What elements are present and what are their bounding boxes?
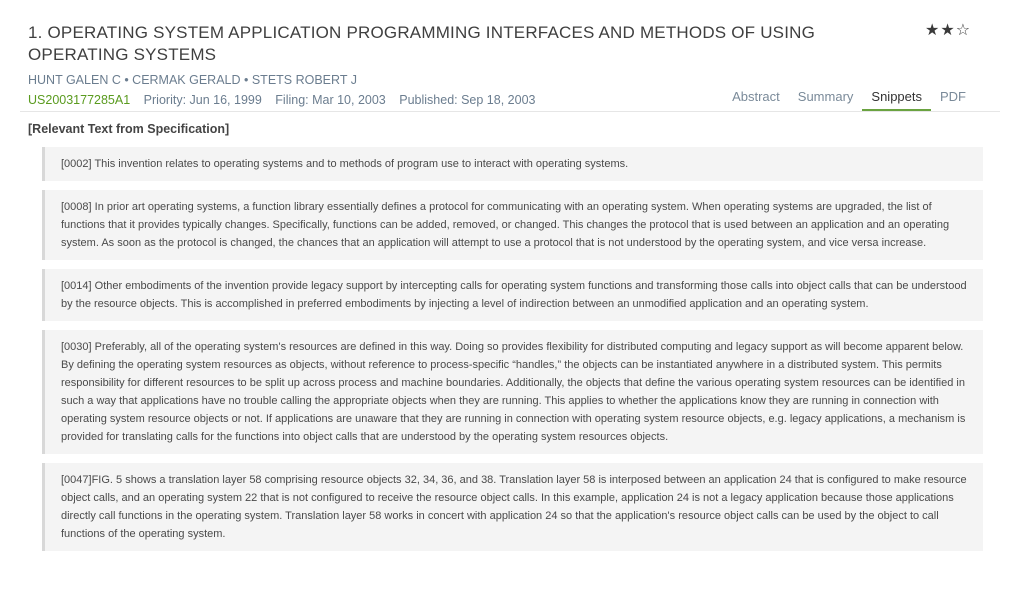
- snippet-item: [0030] Preferably, all of the operating …: [42, 330, 983, 454]
- tab-summary[interactable]: Summary: [789, 89, 863, 111]
- snippet-item: [0008] In prior art operating systems, a…: [42, 190, 983, 260]
- tab-snippets[interactable]: Snippets: [862, 89, 931, 111]
- patent-meta: US2003177285A1 Priority: Jun 16, 1999 Fi…: [28, 93, 535, 107]
- section-heading: [Relevant Text from Specification]: [28, 122, 229, 136]
- authors: HUNT GALEN C • CERMAK GERALD • STETS ROB…: [28, 73, 357, 87]
- star-empty-icon[interactable]: ☆: [956, 20, 971, 40]
- snippet-item: [0014] Other embodiments of the inventio…: [42, 269, 983, 321]
- result-title[interactable]: 1. OPERATING SYSTEM APPLICATION PROGRAMM…: [28, 22, 908, 66]
- tab-abstract[interactable]: Abstract: [723, 89, 789, 111]
- result-card: 1. OPERATING SYSTEM APPLICATION PROGRAMM…: [0, 0, 1000, 609]
- snippet-item: [0047]FIG. 5 shows a translation layer 5…: [42, 463, 983, 551]
- divider: [20, 111, 1000, 112]
- view-tabs: Abstract Summary Snippets PDF: [723, 89, 975, 111]
- rating-stars[interactable]: ★★☆: [925, 20, 971, 40]
- filing-date: Filing: Mar 10, 2003: [275, 93, 385, 107]
- publication-number[interactable]: US2003177285A1: [28, 93, 130, 107]
- star-filled-icon[interactable]: ★: [925, 20, 940, 40]
- published-date: Published: Sep 18, 2003: [399, 93, 535, 107]
- priority-date: Priority: Jun 16, 1999: [144, 93, 262, 107]
- snippet-list: [0002] This invention relates to operati…: [42, 147, 983, 560]
- star-filled-icon[interactable]: ★: [940, 20, 955, 40]
- snippet-item: [0002] This invention relates to operati…: [42, 147, 983, 181]
- tab-pdf[interactable]: PDF: [931, 89, 975, 111]
